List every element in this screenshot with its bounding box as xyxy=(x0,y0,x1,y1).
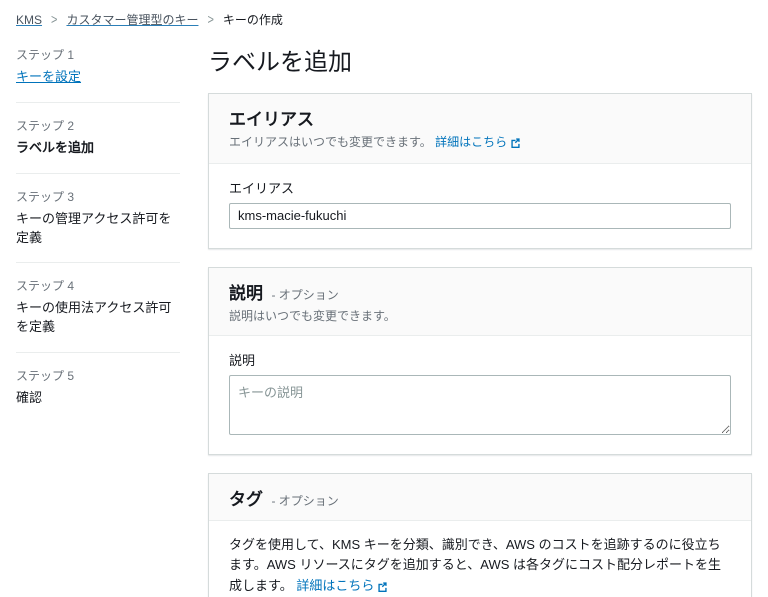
description-card-header: 説明 - オプション 説明はいつでも変更できます。 xyxy=(209,267,751,336)
tags-card-header: タグ - オプション xyxy=(209,473,751,521)
page-title: ラベルを追加 xyxy=(208,49,352,76)
breadcrumb-link-kms[interactable]: KMS xyxy=(16,13,42,27)
tags-learn-more-link[interactable]: 詳細はこちら xyxy=(296,578,374,593)
alias-card-description: エイリアスはいつでも変更できます。 詳細はこちら xyxy=(229,134,731,153)
tags-description: タグを使用して、KMS キーを分類、識別でき、AWS のコストを追跡するのに役立… xyxy=(229,535,731,597)
step-define-key-usage-permissions: キーの使用法アクセス許可を定義 xyxy=(16,300,172,335)
alias-card-body: エイリアス xyxy=(209,164,751,248)
external-link-icon xyxy=(510,136,521,153)
wizard-step-5: ステップ 5 確認 xyxy=(16,367,182,408)
breadcrumb-separator-icon: > xyxy=(51,12,58,27)
tags-optional-suffix: - オプション xyxy=(271,493,339,508)
tags-card-title: タグ xyxy=(229,489,263,509)
step-define-key-admin-permissions: キーの管理アクセス許可を定義 xyxy=(16,210,172,245)
tags-card-body: タグを使用して、KMS キーを分類、識別でき、AWS のコストを追跡するのに役立… xyxy=(209,521,751,597)
description-card-body: 説明 xyxy=(209,336,751,454)
external-link-icon xyxy=(377,578,388,597)
description-field-label: 説明 xyxy=(229,352,256,368)
step-review: 確認 xyxy=(16,390,43,406)
step-number: ステップ 4 xyxy=(16,279,75,294)
wizard-step-3: ステップ 3 キーの管理アクセス許可を定義 xyxy=(16,188,182,248)
wizard-step-1: ステップ 1 キーを設定 xyxy=(16,46,182,87)
alias-card: エイリアス エイリアスはいつでも変更できます。 詳細はこちら エイリアス xyxy=(208,93,752,249)
step-number: ステップ 5 xyxy=(16,369,75,384)
description-optional-suffix: - オプション xyxy=(271,287,339,302)
alias-card-header: エイリアス エイリアスはいつでも変更できます。 詳細はこちら xyxy=(209,94,751,164)
description-card-title: 説明 xyxy=(229,283,263,303)
step-divider xyxy=(16,172,180,174)
step-link-configure-key[interactable]: キーを設定 xyxy=(16,68,182,87)
tags-card: タグ - オプション タグを使用して、KMS キーを分類、識別でき、AWS のコ… xyxy=(208,472,752,597)
alias-card-title: エイリアス xyxy=(229,110,314,129)
alias-description-text: エイリアスはいつでも変更できます。 xyxy=(229,135,432,149)
step-number: ステップ 2 xyxy=(16,118,75,133)
description-card: 説明 - オプション 説明はいつでも変更できます。 説明 xyxy=(208,266,752,455)
breadcrumb-current-page: キーの作成 xyxy=(222,13,283,27)
main-content: ラベルを追加 エイリアス エイリアスはいつでも変更できます。 詳細はこちら エイ… xyxy=(208,40,752,597)
step-number: ステップ 3 xyxy=(16,189,75,204)
wizard-step-2-current: ステップ 2 ラベルを追加 xyxy=(16,117,182,158)
alias-learn-more-link[interactable]: 詳細はこちら xyxy=(435,135,507,149)
description-card-description: 説明はいつでも変更できます。 xyxy=(229,308,396,323)
step-divider xyxy=(16,262,180,264)
alias-input[interactable] xyxy=(229,202,731,229)
description-textarea[interactable] xyxy=(229,374,731,435)
wizard-steps-nav: ステップ 1 キーを設定 ステップ 2 ラベルを追加 ステップ 3 キーの管理ア… xyxy=(16,40,182,597)
content-row: ステップ 1 キーを設定 ステップ 2 ラベルを追加 ステップ 3 キーの管理ア… xyxy=(0,28,768,597)
step-divider xyxy=(16,352,180,354)
breadcrumb-separator-icon: > xyxy=(207,12,214,27)
step-divider xyxy=(16,101,180,103)
step-current-add-labels: ラベルを追加 xyxy=(16,139,95,155)
breadcrumb: KMS > カスタマー管理型のキー > キーの作成 xyxy=(0,0,768,28)
breadcrumb-link-customer-managed-keys[interactable]: カスタマー管理型のキー xyxy=(66,11,198,28)
wizard-step-4: ステップ 4 キーの使用法アクセス許可を定義 xyxy=(16,277,182,337)
alias-field-label: エイリアス xyxy=(229,180,295,196)
step-number: ステップ 1 xyxy=(16,48,75,62)
